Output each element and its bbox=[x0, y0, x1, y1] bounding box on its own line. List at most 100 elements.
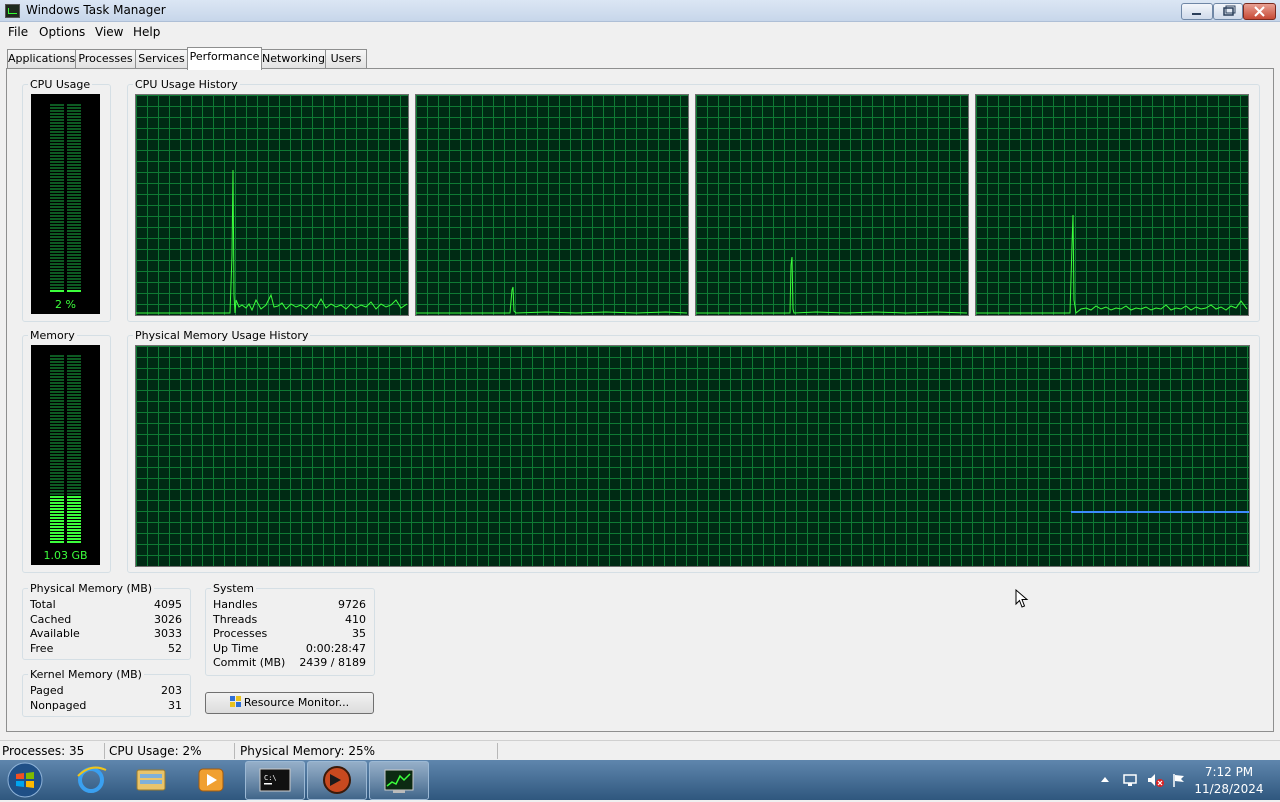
meter-segment bbox=[67, 412, 81, 414]
clock-date[interactable]: 11/28/2024 bbox=[1189, 782, 1269, 796]
meter-segment bbox=[67, 373, 81, 375]
meter-segment bbox=[50, 487, 64, 489]
meter-segment bbox=[50, 475, 64, 477]
meter-segment bbox=[50, 170, 64, 172]
tab-networking[interactable]: Networking bbox=[261, 49, 326, 68]
meter-segment-lit bbox=[50, 496, 64, 498]
meter-segment bbox=[67, 376, 81, 378]
meter-segment bbox=[50, 379, 64, 381]
meter-segment bbox=[67, 403, 81, 405]
meter-segment bbox=[50, 367, 64, 369]
tab-applications[interactable]: Applications bbox=[7, 49, 76, 68]
meter-segment bbox=[50, 442, 64, 444]
meter-segment bbox=[67, 272, 81, 274]
menu-view[interactable]: View bbox=[95, 25, 123, 39]
show-hidden-icons-icon[interactable] bbox=[1100, 775, 1110, 783]
meter-segment bbox=[67, 215, 81, 217]
meter-segment-lit bbox=[50, 290, 64, 292]
tab-users[interactable]: Users bbox=[325, 49, 367, 68]
meter-segment bbox=[67, 493, 81, 495]
action-center-flag-icon[interactable] bbox=[1171, 772, 1187, 788]
menu-file[interactable]: File bbox=[8, 25, 28, 39]
meter-segment bbox=[67, 269, 81, 271]
meter-segment bbox=[67, 233, 81, 235]
meter-segment bbox=[50, 122, 64, 124]
meter-segment bbox=[50, 370, 64, 372]
meter-segment bbox=[67, 167, 81, 169]
meter-segment bbox=[67, 245, 81, 247]
volume-muted-icon[interactable] bbox=[1146, 772, 1164, 788]
meter-segment bbox=[67, 448, 81, 450]
stat-cached: Cached 3026 bbox=[30, 613, 182, 626]
tab-services[interactable]: Services bbox=[135, 49, 188, 68]
meter-segment bbox=[50, 376, 64, 378]
meter-segment-lit bbox=[67, 502, 81, 504]
meter-segment bbox=[50, 460, 64, 462]
tab-performance[interactable]: Performance bbox=[187, 47, 262, 70]
meter-segment bbox=[67, 128, 81, 130]
tab-processes[interactable]: Processes bbox=[75, 49, 136, 68]
meter-segment bbox=[50, 457, 64, 459]
meter-segment bbox=[67, 460, 81, 462]
meter-segment bbox=[50, 185, 64, 187]
meter-segment bbox=[50, 394, 64, 396]
meter-segment bbox=[50, 427, 64, 429]
windows-explorer-button[interactable] bbox=[122, 761, 180, 798]
meter-segment bbox=[50, 149, 64, 151]
maximize-button[interactable] bbox=[1213, 3, 1243, 20]
system-group: System Handles 9726 Threads 410 Processes 3… bbox=[205, 582, 375, 676]
meter-segment bbox=[67, 367, 81, 369]
menu-help[interactable]: Help bbox=[133, 25, 160, 39]
meter-segment-lit bbox=[67, 529, 81, 531]
meter-segment bbox=[67, 355, 81, 357]
media-player-button[interactable] bbox=[182, 761, 240, 798]
meter-segment bbox=[67, 104, 81, 106]
memory-meter-bars bbox=[50, 355, 81, 543]
meter-segment bbox=[50, 176, 64, 178]
menu-options[interactable]: Options bbox=[39, 25, 85, 39]
meter-segment bbox=[50, 472, 64, 474]
meter-segment bbox=[67, 487, 81, 489]
network-icon[interactable] bbox=[1122, 772, 1138, 788]
meter-segment bbox=[50, 382, 64, 384]
meter-segment-lit bbox=[67, 526, 81, 528]
meter-segment bbox=[67, 248, 81, 250]
meter-segment bbox=[67, 385, 81, 387]
meter-segment bbox=[67, 397, 81, 399]
meter-segment bbox=[50, 272, 64, 274]
meter-segment bbox=[67, 194, 81, 196]
meter-segment-lit bbox=[67, 508, 81, 510]
meter-segment bbox=[50, 263, 64, 265]
stat-threads: Threads 410 bbox=[213, 613, 366, 626]
meter-segment bbox=[67, 236, 81, 238]
meter-segment bbox=[50, 275, 64, 277]
close-button[interactable] bbox=[1243, 3, 1276, 20]
minimize-button[interactable] bbox=[1181, 3, 1213, 20]
meter-segment bbox=[67, 155, 81, 157]
clock-time[interactable]: 7:12 PM bbox=[1189, 765, 1269, 779]
resource-monitor-button[interactable]: Resource Monitor... bbox=[205, 692, 374, 714]
stat-free: Free 52 bbox=[30, 642, 182, 655]
app-button[interactable] bbox=[307, 761, 367, 800]
cpu-core-3-graph bbox=[695, 94, 969, 316]
windows-start-orb[interactable] bbox=[6, 762, 44, 798]
meter-segment bbox=[67, 418, 81, 420]
meter-segment bbox=[50, 212, 64, 214]
meter-segment bbox=[67, 146, 81, 148]
status-divider bbox=[234, 743, 235, 759]
task-manager-button[interactable] bbox=[369, 761, 429, 800]
meter-segment bbox=[50, 236, 64, 238]
physical-memory-group: Physical Memory (MB) Total 4095 Cached 302… bbox=[22, 582, 191, 660]
memory-usage-value: 1.03 GB bbox=[43, 549, 88, 562]
meter-segment bbox=[67, 125, 81, 127]
meter-segment bbox=[67, 152, 81, 154]
command-prompt-button[interactable]: C:\ bbox=[245, 761, 305, 800]
title-bar[interactable]: Windows Task Manager bbox=[0, 0, 1280, 22]
meter-segment bbox=[50, 188, 64, 190]
meter-segment bbox=[50, 137, 64, 139]
meter-segment bbox=[50, 134, 64, 136]
meter-segment bbox=[50, 230, 64, 232]
internet-explorer-button[interactable] bbox=[62, 761, 120, 798]
meter-segment bbox=[67, 218, 81, 220]
meter-segment bbox=[50, 215, 64, 217]
